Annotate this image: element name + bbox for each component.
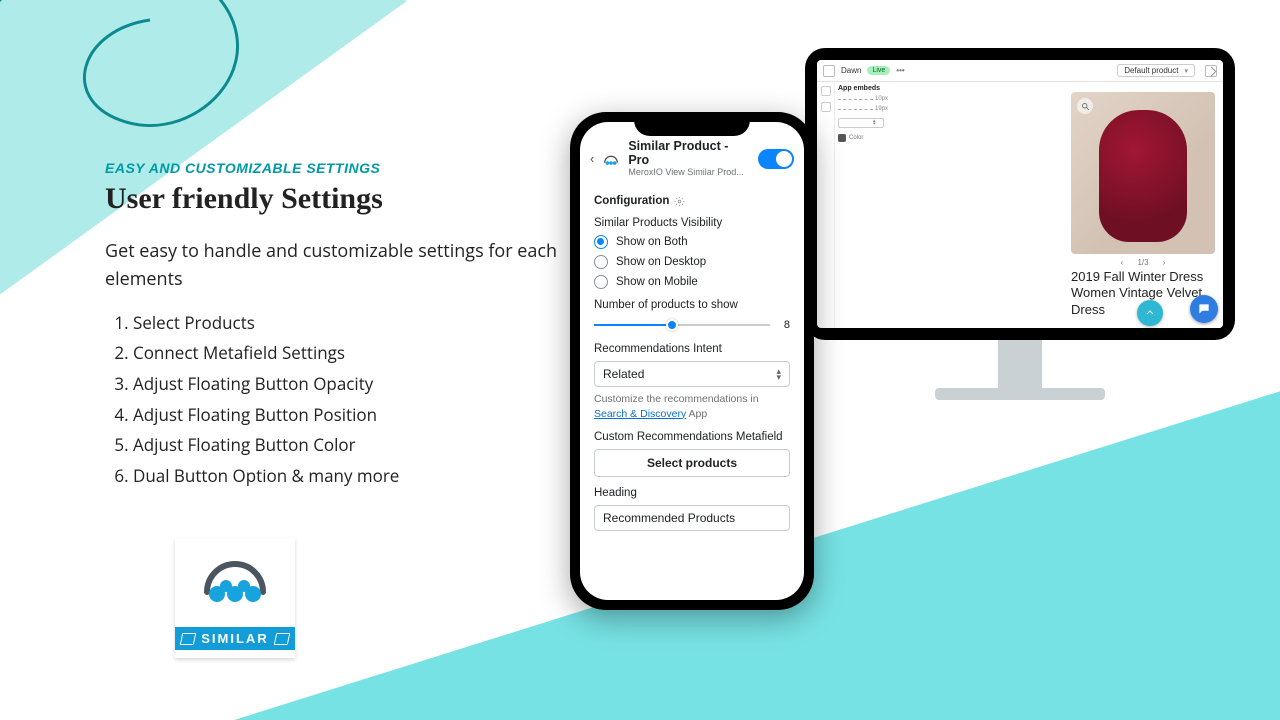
squiggle-decor	[0, 0, 370, 150]
numeric-stepper[interactable]: ▴▾	[838, 118, 884, 128]
intent-select[interactable]: Related ▴▾	[594, 361, 790, 387]
brand-similar-text: SIMILAR	[201, 631, 268, 646]
app-title: Similar Product - Pro	[628, 140, 750, 168]
eyebrow: EASY AND CUSTOMIZABLE SETTINGS	[105, 160, 565, 176]
similar-products-fab[interactable]	[1137, 300, 1163, 326]
pager-next-icon[interactable]: ›	[1163, 258, 1166, 267]
preview-icon[interactable]	[1205, 65, 1217, 77]
template-selector-label: Default product	[1124, 66, 1178, 75]
theme-name: Dawn	[841, 66, 861, 75]
metafield-label: Custom Recommendations Metafield	[594, 431, 790, 443]
chat-fab[interactable]	[1190, 295, 1218, 323]
color-label: Color	[849, 135, 863, 141]
select-products-button[interactable]: Select products	[594, 449, 790, 477]
list-item: Adjust Floating Button Color	[133, 430, 565, 461]
editor-home-icon[interactable]	[823, 65, 835, 77]
intent-value: Related	[603, 367, 644, 381]
visibility-radio-both[interactable]: Show on Both	[594, 235, 790, 249]
padding-value: 19px	[875, 106, 888, 112]
desktop-mockup: Dawn Live ••• Default product▾ App embed…	[805, 48, 1235, 398]
visibility-radio-desktop[interactable]: Show on Desktop	[594, 255, 790, 269]
radio-icon	[594, 255, 608, 269]
product-image[interactable]	[1071, 92, 1215, 254]
num-products-slider[interactable]: 8	[594, 317, 790, 333]
pager-label: 1/3	[1137, 258, 1148, 267]
panel-title: App embeds	[838, 85, 888, 92]
list-item: Adjust Floating Button Opacity	[133, 369, 565, 400]
brand-logo-icon	[199, 546, 271, 608]
template-selector[interactable]: Default product▾	[1117, 64, 1195, 77]
rail-icon[interactable]	[821, 102, 831, 112]
shopify-editor: Dawn Live ••• Default product▾ App embed…	[817, 60, 1223, 328]
feature-list: Select Products Connect Metafield Settin…	[133, 308, 565, 492]
pager-prev-icon[interactable]: ‹	[1121, 258, 1124, 267]
marketing-copy: EASY AND CUSTOMIZABLE SETTINGS User frie…	[105, 160, 565, 491]
headline: User friendly Settings	[105, 182, 565, 216]
product-card: ‹ 1/3 › 2019 Fall Winter Dress Women Vin…	[1071, 92, 1215, 318]
configuration-section-label: Configuration	[594, 195, 790, 207]
list-item: Dual Button Option & many more	[133, 461, 565, 492]
phone-mockup: ‹ Similar Product - Pro MeroxIO View Sim…	[570, 112, 814, 610]
intent-label: Recommendations Intent	[594, 343, 790, 355]
search-discovery-link[interactable]: Search & Discovery	[594, 408, 686, 420]
visibility-radio-mobile[interactable]: Show on Mobile	[594, 275, 790, 289]
back-icon[interactable]: ‹	[590, 151, 594, 166]
brand-similar-badge: SIMILAR	[175, 627, 294, 650]
app-logo-icon	[602, 150, 620, 168]
visibility-label: Similar Products Visibility	[594, 217, 790, 229]
zoom-icon[interactable]	[1077, 98, 1093, 114]
editor-canvas: ‹ 1/3 › 2019 Fall Winter Dress Women Vin…	[891, 82, 1223, 328]
list-item: Connect Metafield Settings	[133, 338, 565, 369]
list-item: Adjust Floating Button Position	[133, 400, 565, 431]
subtext: Get easy to handle and customizable sett…	[105, 238, 565, 294]
select-chevron-icon: ▴▾	[776, 368, 781, 380]
intent-hint: Customize the recommendations in Search …	[594, 392, 790, 420]
padding-value: 10px	[875, 96, 888, 102]
editor-rail	[817, 82, 835, 328]
more-icon[interactable]: •••	[896, 66, 904, 75]
slider-value: 8	[784, 319, 790, 331]
radio-icon	[594, 235, 608, 249]
app-enable-toggle[interactable]	[758, 149, 794, 169]
rail-icon[interactable]	[821, 86, 831, 96]
brand-logo-card: SIMILAR	[175, 538, 295, 658]
list-item: Select Products	[133, 308, 565, 339]
heading-input[interactable]: Recommended Products	[594, 505, 790, 531]
heading-label: Heading	[594, 487, 790, 499]
radio-icon	[594, 275, 608, 289]
gear-icon	[674, 196, 685, 207]
num-products-label: Number of products to show	[594, 299, 790, 311]
color-swatch[interactable]	[838, 134, 846, 142]
editor-side-panel: App embeds 10px 19px ▴▾ Color	[835, 82, 891, 328]
image-pager: ‹ 1/3 ›	[1071, 258, 1215, 267]
status-badge: Live	[867, 66, 890, 75]
app-settings-header: ‹ Similar Product - Pro MeroxIO View Sim…	[580, 122, 804, 185]
app-subtitle: MeroxIO View Similar Prod...	[628, 168, 750, 178]
